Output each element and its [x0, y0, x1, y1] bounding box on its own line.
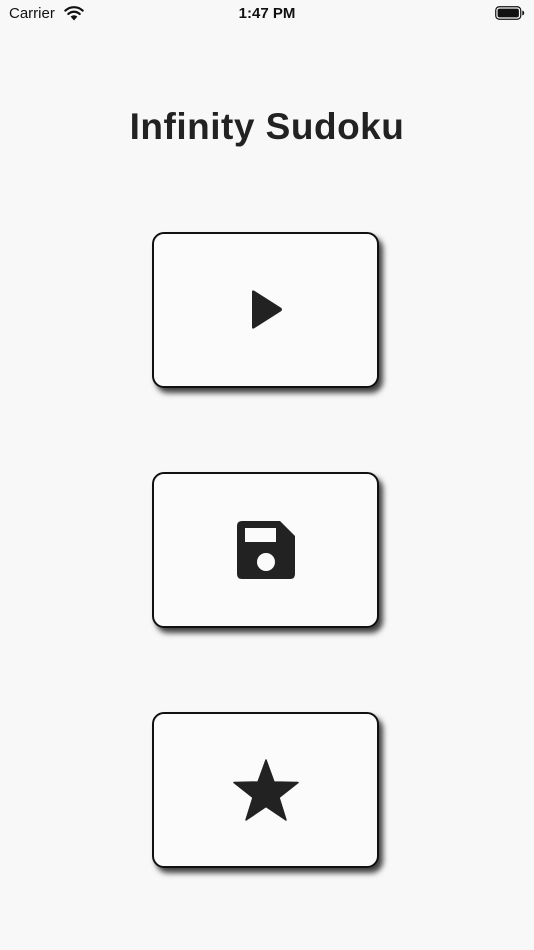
favorites-button[interactable] — [152, 712, 379, 868]
status-bar: Carrier 1:47 PM — [0, 0, 534, 28]
saved-game-button[interactable] — [152, 472, 379, 628]
status-time: 1:47 PM — [238, 5, 296, 22]
star-icon — [232, 759, 299, 821]
app-title: Infinity Sudoku — [129, 106, 405, 147]
battery-full-icon — [495, 6, 525, 20]
play-icon — [248, 289, 284, 331]
play-button[interactable] — [152, 232, 379, 388]
save-icon — [236, 520, 296, 580]
app-screen: Carrier 1:47 PM Infinity Sudoku — [0, 0, 534, 950]
